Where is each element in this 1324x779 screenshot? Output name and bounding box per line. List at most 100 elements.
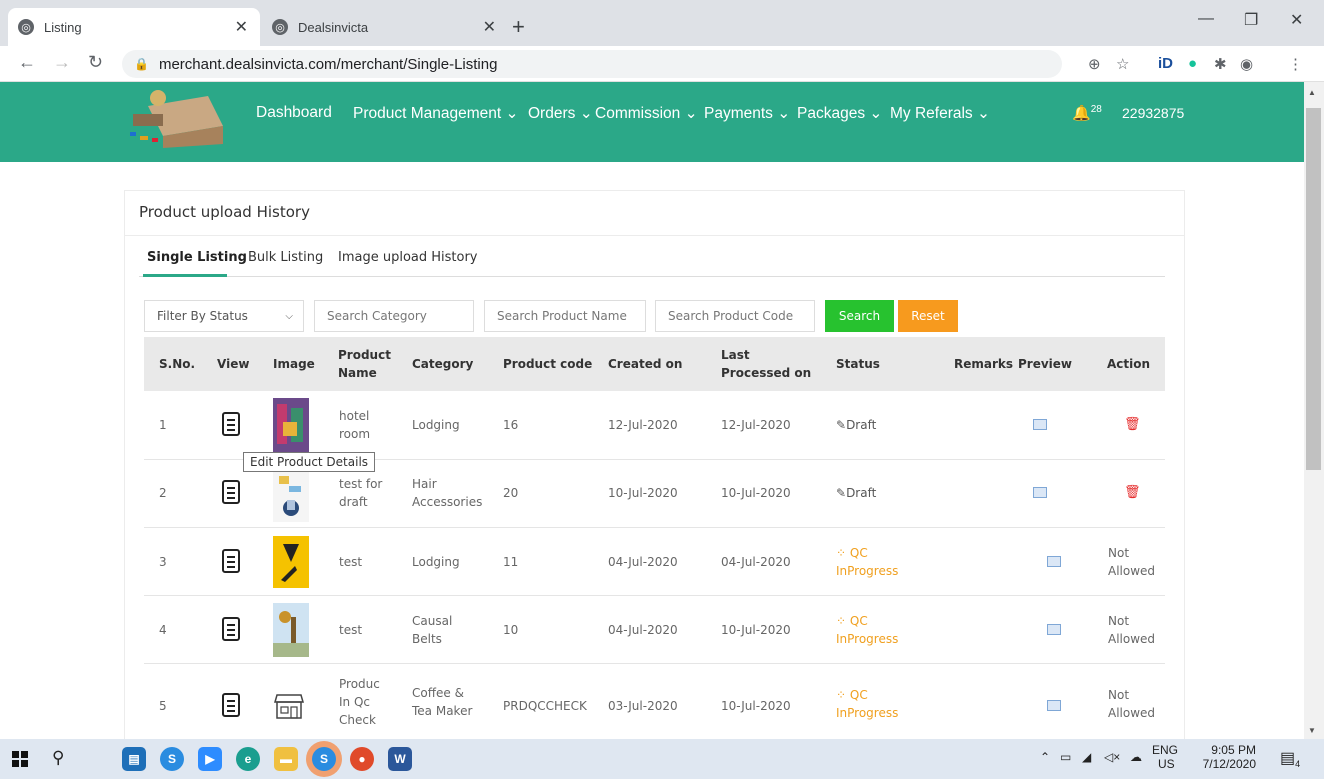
chevron-down-icon: ⌄ xyxy=(684,105,698,122)
status-filter-select[interactable]: Filter By Status ⌵ xyxy=(144,300,304,332)
notification-center-icon[interactable]: ▤4 xyxy=(1280,748,1300,769)
notification-badge: 4 xyxy=(1295,759,1301,770)
product-thumbnail xyxy=(273,398,309,452)
preview-icon[interactable] xyxy=(1047,624,1061,635)
maximize-icon[interactable]: ❐ xyxy=(1244,10,1258,30)
cell-sno: 2 xyxy=(159,486,167,500)
scroll-down-icon[interactable]: ▼ xyxy=(1308,726,1316,735)
edit-product-tooltip: Edit Product Details xyxy=(243,452,376,472)
word-icon[interactable]: W xyxy=(388,747,412,771)
view-document-icon[interactable] xyxy=(222,549,240,573)
back-icon[interactable]: ← xyxy=(18,52,36,73)
clock[interactable]: 9:05 PM 7/12/2020 xyxy=(1200,743,1256,771)
tray-chevron-icon[interactable]: ⌃ xyxy=(1040,750,1050,764)
file-explorer-icon[interactable]: ▬ xyxy=(274,747,298,771)
nav-dashboard[interactable]: Dashboard xyxy=(256,104,332,122)
tab-image-upload-history[interactable]: Image upload History xyxy=(338,250,478,265)
view-document-icon[interactable] xyxy=(222,480,240,504)
status-text: Draft xyxy=(846,486,877,500)
browser-tab-listing[interactable]: ◎ Listing ✕ xyxy=(8,8,260,46)
menu-dots-icon[interactable]: ⋮ xyxy=(1288,55,1303,73)
active-tab-indicator xyxy=(143,274,227,277)
user-id[interactable]: 22932875 xyxy=(1122,105,1184,121)
windows-start-icon[interactable] xyxy=(12,751,28,767)
chevron-down-icon: ⌄ xyxy=(505,105,519,122)
battery-icon[interactable]: ▭ xyxy=(1060,750,1071,764)
notification-bell[interactable]: 🔔28 xyxy=(1072,104,1102,122)
globe-icon: ◎ xyxy=(272,19,288,35)
cell-product-name: test for draft xyxy=(339,477,383,509)
nav-packages[interactable]: Packages ⌄ xyxy=(797,104,882,123)
minimize-icon[interactable]: — xyxy=(1198,10,1214,28)
grammarly-icon[interactable]: ● xyxy=(1188,55,1197,72)
cell-product-code: 20 xyxy=(503,486,519,500)
cell-product-code: 10 xyxy=(503,623,519,637)
cell-category: Hair Accessories xyxy=(412,477,483,509)
search-button[interactable]: Search xyxy=(825,300,894,332)
cell-created-on: 03-Jul-2020 xyxy=(608,699,678,713)
zoom-app-icon[interactable]: ▶ xyxy=(198,747,222,771)
tab-single-listing[interactable]: Single Listing xyxy=(147,250,247,265)
nav-payments[interactable]: Payments ⌄ xyxy=(704,104,790,123)
scrollbar-thumb[interactable] xyxy=(1306,108,1321,470)
column-header: View xyxy=(217,357,250,371)
preview-icon[interactable] xyxy=(1033,419,1047,430)
skype-active-icon[interactable]: S xyxy=(312,747,336,771)
search-product-name-input[interactable]: Search Product Name xyxy=(484,300,646,332)
preview-icon[interactable] xyxy=(1047,700,1061,711)
zoom-icon[interactable]: ⊕ xyxy=(1088,55,1101,73)
volume-icon[interactable]: ◁× xyxy=(1104,750,1120,764)
tab-title: Dealsinvicta xyxy=(298,19,369,35)
search-icon[interactable]: ⚲ xyxy=(52,748,64,768)
extensions-icon[interactable]: ✱ xyxy=(1214,55,1227,73)
search-product-code-input[interactable]: Search Product Code xyxy=(655,300,815,332)
close-window-icon[interactable]: ✕ xyxy=(1290,10,1303,30)
profile-icon[interactable]: ◉ xyxy=(1240,55,1253,73)
view-document-icon[interactable] xyxy=(222,693,240,717)
close-tab-icon[interactable]: ✕ xyxy=(483,17,496,37)
cell-created-on: 04-Jul-2020 xyxy=(608,623,678,637)
close-tab-icon[interactable]: ✕ xyxy=(235,17,248,37)
cell-category: Lodging xyxy=(412,555,460,569)
reset-button[interactable]: Reset xyxy=(898,300,958,332)
onedrive-icon[interactable]: ☁ xyxy=(1130,750,1142,764)
dealsinvicta-logo[interactable] xyxy=(128,86,228,148)
nav-orders[interactable]: Orders ⌄ xyxy=(528,104,593,123)
browser-tab-dealsinvicta[interactable]: ◎ Dealsinvicta ✕ xyxy=(262,8,502,46)
cell-product-code: PRDQCCHECK xyxy=(503,699,587,713)
network-icon[interactable]: ◢ xyxy=(1082,750,1091,764)
edge-icon[interactable]: e xyxy=(236,747,260,771)
column-header: Preview xyxy=(1018,357,1073,371)
status-text: Draft xyxy=(846,418,877,432)
view-document-icon[interactable] xyxy=(222,617,240,641)
store-placeholder-icon xyxy=(274,694,304,719)
preview-icon[interactable] xyxy=(1033,487,1047,498)
nav-my-referals[interactable]: My Referals ⌄ xyxy=(890,104,990,123)
scroll-up-icon[interactable]: ▲ xyxy=(1308,88,1316,97)
star-icon[interactable]: ☆ xyxy=(1116,55,1129,73)
status-draft: ✎Draft xyxy=(836,416,876,434)
store-app-icon[interactable]: ▤ xyxy=(122,747,146,771)
url-field[interactable]: 🔒 merchant.dealsinvicta.com/merchant/Sin… xyxy=(122,50,1062,78)
tab-bulk-listing[interactable]: Bulk Listing xyxy=(248,250,323,265)
delete-icon[interactable]: 🗑 xyxy=(1124,416,1141,432)
search-category-input[interactable]: Search Category xyxy=(314,300,474,332)
skype-icon[interactable]: S xyxy=(160,747,184,771)
reload-icon[interactable]: ↻ xyxy=(88,52,103,73)
column-header: S.No. xyxy=(159,357,196,371)
cell-last-processed: 10-Jul-2020 xyxy=(721,699,791,713)
preview-icon[interactable] xyxy=(1047,556,1061,567)
forward-icon[interactable]: → xyxy=(53,52,71,73)
chrome-icon[interactable]: ● xyxy=(350,747,374,771)
nav-commission[interactable]: Commission ⌄ xyxy=(595,104,698,123)
view-document-icon[interactable] xyxy=(222,412,240,436)
column-header: Remarks xyxy=(954,357,1014,371)
cell-product-code: 11 xyxy=(503,555,519,569)
id-extension-icon[interactable]: iD xyxy=(1158,55,1173,72)
nav-product-management[interactable]: Product Management ⌄ xyxy=(353,104,519,123)
region-code: US xyxy=(1158,757,1175,771)
new-tab-icon[interactable]: + xyxy=(512,14,525,40)
language-indicator[interactable]: ENG US xyxy=(1152,743,1178,771)
spinner-icon: ⁘ xyxy=(836,688,850,702)
delete-icon[interactable]: 🗑 xyxy=(1124,484,1141,500)
